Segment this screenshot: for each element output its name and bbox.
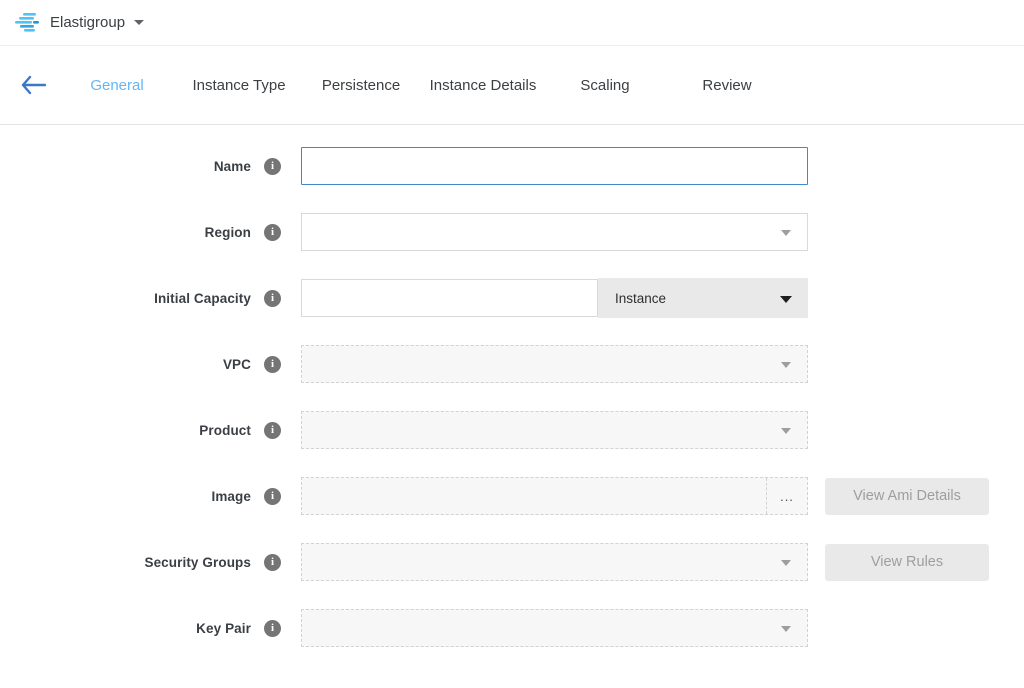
chevron-down-icon <box>781 428 791 434</box>
image-label: Image <box>211 489 251 504</box>
name-label: Name <box>214 159 251 174</box>
brand-name: Elastigroup <box>50 14 125 31</box>
field-row-product: Product i <box>0 411 1024 449</box>
key-pair-select <box>301 609 808 647</box>
tab-general[interactable]: General <box>56 71 178 100</box>
region-label: Region <box>205 225 251 240</box>
info-icon[interactable]: i <box>264 158 281 175</box>
image-browse-button[interactable]: ... <box>766 478 807 514</box>
product-label: Product <box>199 423 251 438</box>
info-icon[interactable]: i <box>264 356 281 373</box>
info-icon[interactable]: i <box>264 554 281 571</box>
info-icon[interactable]: i <box>264 290 281 307</box>
tab-scaling[interactable]: Scaling <box>544 71 666 100</box>
brand-caret-icon[interactable] <box>134 20 144 25</box>
product-select <box>301 411 808 449</box>
chevron-down-icon <box>781 560 791 566</box>
top-bar: Elastigroup <box>0 0 1024 46</box>
capacity-unit-value: Instance <box>615 291 666 306</box>
initial-capacity-label: Initial Capacity <box>154 291 251 306</box>
field-row-name: Name i <box>0 147 1024 185</box>
elastigroup-logo-icon <box>14 10 40 36</box>
field-row-region: Region i <box>0 213 1024 251</box>
tab-list: General Instance Type Persistence Instan… <box>56 71 788 100</box>
capacity-unit-select[interactable]: Instance <box>598 278 808 318</box>
info-icon[interactable]: i <box>264 224 281 241</box>
image-value <box>302 478 766 514</box>
vpc-label: VPC <box>223 357 251 372</box>
brand-menu[interactable]: Elastigroup <box>14 10 144 36</box>
general-form: Name i Region i Initial Capacity i Insta… <box>0 125 1024 647</box>
security-groups-select <box>301 543 808 581</box>
field-row-initial-capacity: Initial Capacity i Instance <box>0 279 1024 317</box>
key-pair-label: Key Pair <box>196 621 251 636</box>
info-icon[interactable]: i <box>264 620 281 637</box>
info-icon[interactable]: i <box>264 488 281 505</box>
info-icon[interactable]: i <box>264 422 281 439</box>
region-select[interactable] <box>301 213 808 251</box>
security-groups-label: Security Groups <box>144 555 251 570</box>
wizard-tab-bar: General Instance Type Persistence Instan… <box>0 46 1024 125</box>
field-row-key-pair: Key Pair i <box>0 609 1024 647</box>
back-arrow-icon <box>20 75 46 95</box>
view-ami-details-button[interactable]: View Ami Details <box>825 478 989 515</box>
tab-instance-type[interactable]: Instance Type <box>178 71 300 100</box>
view-rules-button[interactable]: View Rules <box>825 544 989 581</box>
tab-persistence[interactable]: Persistence <box>300 71 422 100</box>
tab-review[interactable]: Review <box>666 71 788 100</box>
field-row-image: Image i ... View Ami Details <box>0 477 1024 515</box>
tab-instance-details[interactable]: Instance Details <box>422 71 544 100</box>
back-button[interactable] <box>18 70 48 100</box>
chevron-down-icon <box>781 626 791 632</box>
chevron-down-icon <box>781 362 791 368</box>
field-row-security-groups: Security Groups i View Rules <box>0 543 1024 581</box>
chevron-down-icon <box>780 296 792 303</box>
initial-capacity-input[interactable] <box>301 279 598 317</box>
chevron-down-icon <box>781 230 791 236</box>
image-picker: ... <box>301 477 808 515</box>
vpc-select <box>301 345 808 383</box>
name-input[interactable] <box>301 147 808 185</box>
field-row-vpc: VPC i <box>0 345 1024 383</box>
